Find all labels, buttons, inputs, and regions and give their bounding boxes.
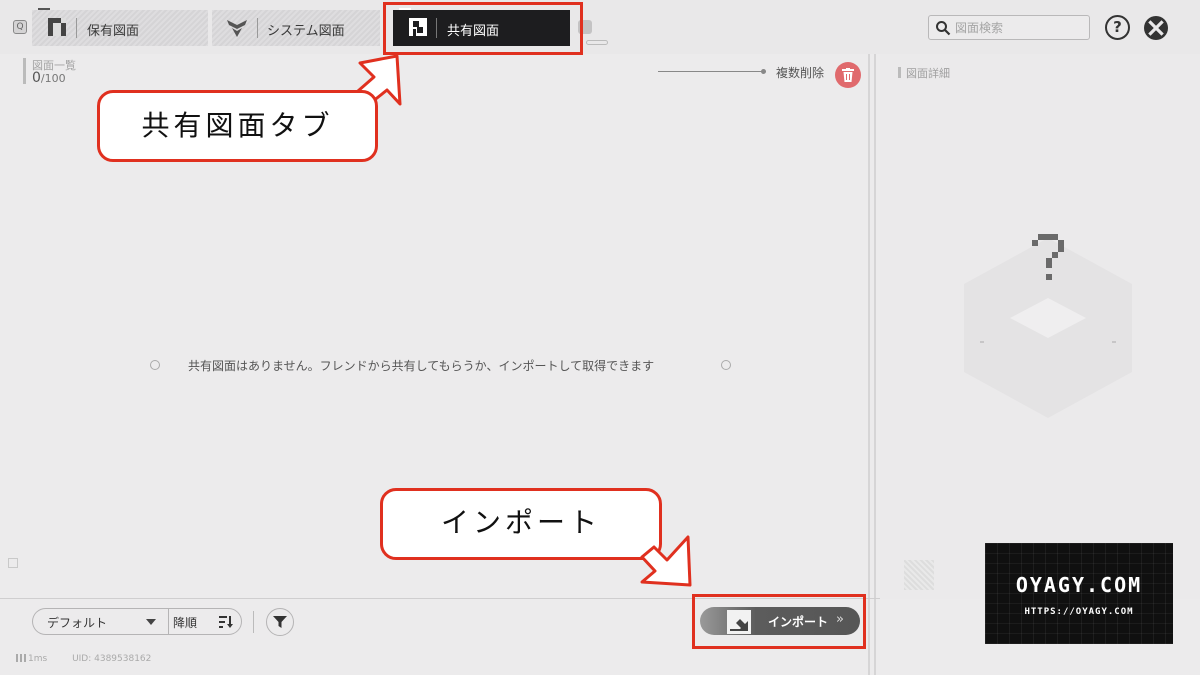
empty-left-circle-icon [150,360,160,370]
empty-state: 共有図面はありません。フレンドから共有してもらうか、インポートして取得できます [150,356,731,374]
empty-message: 共有図面はありません。フレンドから共有してもらうか、インポートして取得できます [188,359,655,373]
search-icon [936,21,951,36]
tab-scroll-indicator [586,40,608,45]
import-callout: インポート [380,488,662,560]
detail-header-bar [898,67,901,78]
panel-divider [874,54,876,675]
blueprint-detail-panel: 図面詳細 [880,54,1200,599]
close-icon[interactable] [1143,15,1169,41]
count-max: /100 [40,72,66,85]
filter-button[interactable] [266,608,294,636]
pattern-thumbnail [904,560,934,590]
tab-callout: 共有図面タブ [97,90,378,162]
sort-order-label: 降順 [173,616,198,630]
tab-separator [257,18,258,38]
multi-delete-guide-line [658,69,766,74]
search-input[interactable] [955,19,1085,37]
status-line: 1ms UID: 4389538162 [16,654,151,664]
multi-delete-button[interactable] [835,62,861,88]
highlight-import-box [692,594,866,649]
blueprint-count: 0/100 [32,70,66,86]
top-bar: Q 保有図面 システム図面 共有図面 図面検索 ? [0,0,1200,54]
saved-blueprint-icon [48,18,66,36]
detail-title: 図面詳細 [906,67,950,80]
chevron-down-icon [146,619,156,625]
highlight-tab-box [383,2,583,55]
tab-label: システム図面 [267,24,345,39]
q-key-hint: Q [13,20,27,34]
trash-icon [842,68,854,82]
status-uid: UID: 4389538162 [72,654,152,664]
tab-system-blueprints[interactable]: システム図面 [212,10,380,46]
multi-delete-label: 複数削除 [776,66,825,80]
system-emblem-icon [227,20,247,37]
sort-order-toggle[interactable]: 降順 [168,608,242,635]
blueprint-search[interactable] [928,15,1090,40]
tab-saved-blueprints[interactable]: 保有図面 [32,8,208,46]
status-ping: 1ms [28,654,48,664]
watermark-title: OYAGY.COM [1015,573,1143,597]
callout-arrow-icon [640,535,692,587]
empty-right-circle-icon [721,360,731,370]
watermark-url: HTTPS://OYAGY.COM [1024,607,1134,617]
unknown-blueprint-cube-icon [964,234,1132,418]
sort-value: デフォルト [47,616,108,630]
signal-icon [16,654,26,662]
tab-separator [76,18,77,38]
filter-icon [273,616,287,628]
list-header-bar [23,58,26,84]
site-watermark: OYAGY.COM HTTPS://OYAGY.COM [985,543,1173,644]
tab-indicator [38,8,50,10]
help-button[interactable]: ? [1105,15,1130,40]
tab-label: 保有図面 [87,24,140,39]
panel-divider [868,54,870,675]
corner-marker [8,558,18,568]
sort-descending-icon [219,616,233,628]
count-value: 0 [32,70,41,86]
toolbar-separator [253,611,254,633]
